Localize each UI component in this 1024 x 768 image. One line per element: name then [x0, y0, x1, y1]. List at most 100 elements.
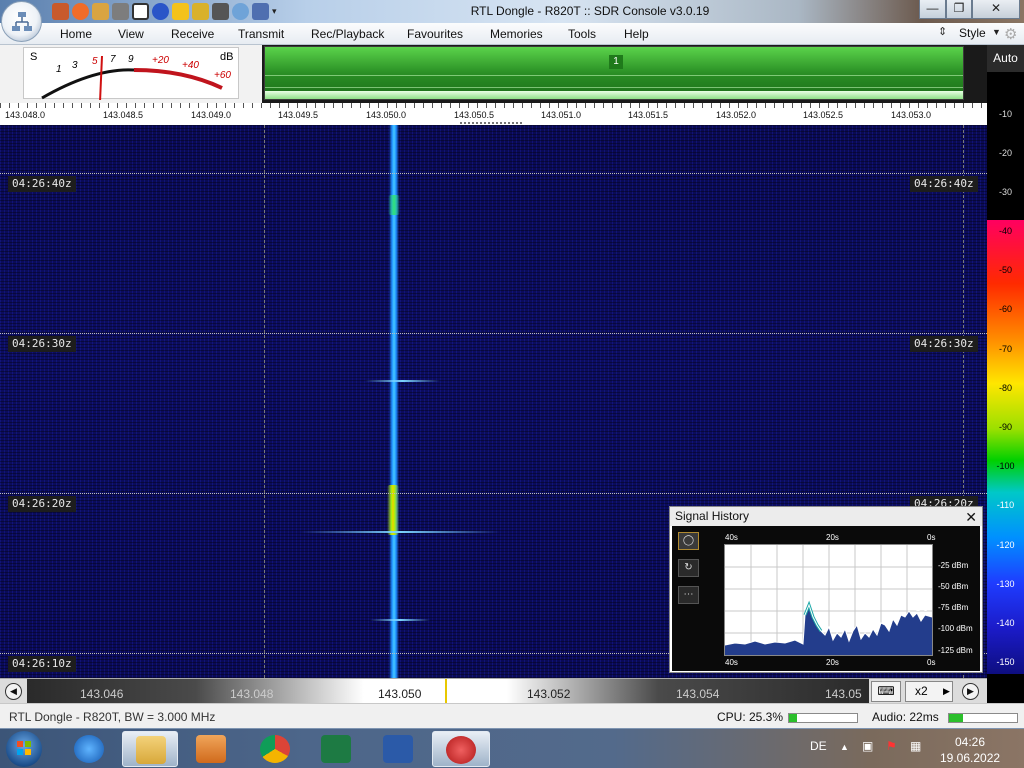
media-player-icon[interactable]: [183, 731, 239, 767]
windows-logo-icon: [17, 741, 31, 755]
lock-icon[interactable]: [192, 3, 209, 20]
application-menu-button[interactable]: [1, 1, 42, 42]
language-indicator[interactable]: DE: [810, 739, 827, 753]
menu-favourites[interactable]: Favourites: [407, 27, 463, 41]
time-label: 04:26:20z: [8, 496, 76, 512]
record-button[interactable]: ◯: [678, 532, 699, 550]
drop-icon[interactable]: [232, 3, 249, 20]
menu-transmit[interactable]: Transmit: [238, 27, 284, 41]
chevron-down-icon[interactable]: ▼: [992, 27, 1001, 37]
time-label: 04:26:10z: [8, 656, 76, 672]
flag-tray-icon[interactable]: ⚑: [886, 739, 897, 753]
device-status: RTL Dongle - R820T, BW = 3.000 MHz: [9, 710, 216, 724]
s-label: S: [30, 51, 38, 63]
freq-tick: 143.052.5: [803, 110, 844, 120]
device-tray-icon[interactable]: ▣: [862, 739, 873, 753]
menu-receive[interactable]: Receive: [171, 27, 214, 41]
scroll-left-button[interactable]: ◀: [5, 683, 22, 700]
folder-icon[interactable]: [92, 3, 109, 20]
network-tray-icon[interactable]: ▦: [910, 739, 921, 753]
stop-icon[interactable]: [132, 3, 149, 20]
start-button[interactable]: [6, 731, 42, 767]
db-tick: -90: [998, 422, 1012, 432]
close-icon[interactable]: ✕: [965, 508, 977, 527]
word-icon[interactable]: [370, 731, 426, 767]
db-tick: -60: [998, 304, 1012, 314]
menu-rec-playback[interactable]: Rec/Playback: [311, 27, 384, 41]
internet-explorer-icon[interactable]: [61, 731, 117, 767]
tuning-freq: 143.054: [676, 687, 720, 701]
auto-button[interactable]: Auto: [987, 45, 1024, 72]
camera-icon[interactable]: [212, 3, 229, 20]
splitter-handle[interactable]: [460, 122, 522, 124]
history-time-top: 0s: [927, 533, 936, 542]
sort-icon[interactable]: ⇕: [938, 25, 947, 38]
freq-tick: 143.050.0: [366, 110, 407, 120]
s-scale-7: 7: [110, 54, 116, 65]
signal-smear: [365, 380, 440, 382]
clock[interactable]: 04:26 19.06.2022: [940, 734, 1000, 766]
grid-line: [264, 125, 265, 678]
menu-memories[interactable]: Memories: [490, 27, 543, 41]
status-bar: RTL Dongle - R820T, BW = 3.000 MHz CPU: …: [0, 703, 1024, 728]
s-meter-panel: S dB 1 3 5 7 9 +20 +40 +60: [0, 45, 262, 103]
excel-icon[interactable]: [308, 731, 364, 767]
play-icon[interactable]: [112, 3, 129, 20]
freq-tick: 143.049.5: [278, 110, 319, 120]
add-icon[interactable]: [152, 3, 169, 20]
s-scale-5: 5: [92, 56, 98, 67]
freq-tick: 143.049.0: [191, 110, 232, 120]
style-menu[interactable]: Style: [959, 26, 986, 40]
gear-icon[interactable]: ⚙: [1004, 25, 1017, 43]
minimize-button[interactable]: —: [919, 0, 946, 19]
zoom-button[interactable]: x2 ▶: [905, 681, 953, 702]
db-tick: -50: [998, 265, 1012, 275]
scroll-right-button[interactable]: ▶: [962, 683, 979, 700]
menu-home[interactable]: Home: [60, 27, 92, 41]
tuning-freq: 143.046: [80, 687, 124, 701]
cpu-meter: [788, 713, 858, 723]
file-explorer-icon[interactable]: [122, 731, 178, 767]
waterfall-color-scale: -40 -50 -60 -70 -80 -90 -100 -110 -120 -…: [987, 220, 1024, 674]
freq-tick: 143.050.5: [454, 110, 495, 120]
signal-history-window[interactable]: Signal History ✕ ◯ ↻ ⋯ 40s 20s 0s S6 -25…: [669, 506, 983, 673]
menu-tools[interactable]: Tools: [568, 27, 596, 41]
chrome-icon[interactable]: [247, 731, 303, 767]
cpu-meter-fill: [789, 714, 798, 722]
tuning-scale[interactable]: 143.046 143.048 143.050 143.052 143.054 …: [27, 679, 869, 704]
dbm-label: -75 dBm: [938, 603, 969, 612]
lifebuoy-icon[interactable]: [72, 3, 89, 20]
title-bar: ▾ RTL Dongle - R820T :: SDR Console v3.0…: [0, 0, 1024, 23]
audio-status: Audio: 22ms: [872, 710, 939, 724]
tuning-cursor: [445, 679, 447, 704]
reset-button[interactable]: ↻: [678, 559, 699, 577]
s-scale-plus60: +60: [214, 70, 231, 81]
frequency-axis[interactable]: 143.048.0 143.048.5 143.049.0 143.049.5 …: [0, 103, 987, 125]
speaker-icon[interactable]: [252, 3, 269, 20]
sdr-console-icon[interactable]: [432, 731, 490, 767]
frequency-ticks: [0, 103, 987, 108]
signal-history-graph: [724, 545, 933, 655]
db-tick: -110: [996, 500, 1015, 510]
home-icon[interactable]: [52, 3, 69, 20]
vfo-marker[interactable]: 1: [609, 55, 623, 69]
signal-history-title-bar[interactable]: Signal History ✕: [670, 507, 982, 526]
keyboard-button[interactable]: ⌨: [871, 681, 901, 702]
maximize-button[interactable]: ❐: [946, 0, 972, 19]
options-button[interactable]: ⋯: [678, 586, 699, 604]
close-button[interactable]: ✕: [972, 0, 1020, 19]
spectrum-display[interactable]: 1: [262, 45, 987, 103]
tray-expand-icon[interactable]: ▲: [840, 742, 849, 752]
freq-tick: 143.053.0: [891, 110, 932, 120]
db-tick: -140: [996, 618, 1015, 628]
menu-view[interactable]: View: [118, 27, 144, 41]
star-icon[interactable]: [172, 3, 189, 20]
db-label: dB: [220, 51, 234, 63]
spectrum-plot[interactable]: 1: [264, 46, 964, 100]
menu-help[interactable]: Help: [624, 27, 649, 41]
s-scale-plus40: +40: [182, 60, 199, 71]
chevron-down-icon[interactable]: ▾: [272, 3, 282, 20]
dbm-label: -25 dBm: [938, 561, 969, 570]
db-tick: -20: [998, 148, 1012, 158]
tuning-bar: ◀ 143.046 143.048 143.050 143.052 143.05…: [0, 678, 987, 704]
